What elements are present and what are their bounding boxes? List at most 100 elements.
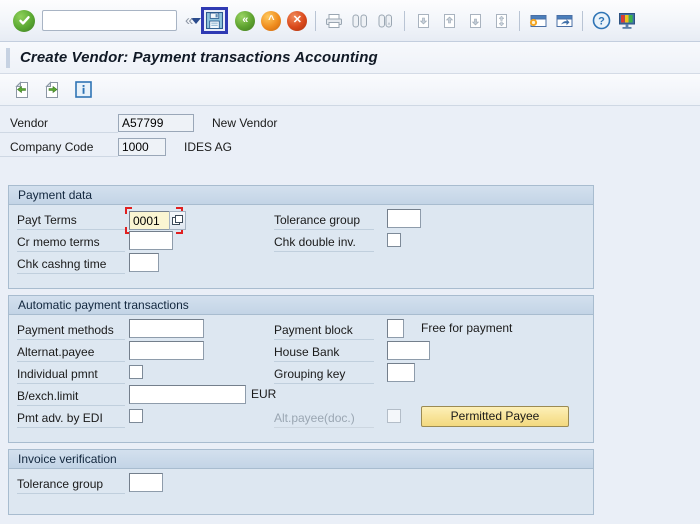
chk-cashng-time-label: Chk cashng time bbox=[17, 255, 125, 274]
vendor-label: Vendor bbox=[0, 114, 118, 133]
invoice-tolerance-group-label: Tolerance group bbox=[17, 475, 125, 494]
toolbar-separator bbox=[519, 10, 521, 31]
chk-cashng-time-input[interactable] bbox=[129, 253, 159, 272]
payt-terms-label: Payt Terms bbox=[17, 211, 125, 230]
screen-title-bar: Create Vendor: Payment transactions Acco… bbox=[0, 42, 700, 74]
back-icon: « bbox=[235, 10, 256, 31]
create-session-button[interactable] bbox=[526, 9, 550, 33]
payment-data-panel: Payment data Payt Terms Cr memo terms Ch… bbox=[8, 185, 594, 289]
individual-pmnt-label: Individual pmnt bbox=[17, 365, 125, 384]
find-next-button[interactable] bbox=[374, 9, 398, 33]
bexch-limit-label: B/exch.limit bbox=[17, 387, 125, 406]
command-input[interactable] bbox=[43, 11, 191, 30]
customize-layout-button[interactable] bbox=[615, 9, 639, 33]
toolbar-separator bbox=[404, 10, 406, 31]
page-title: Create Vendor: Payment transactions Acco… bbox=[20, 49, 378, 66]
toolbar-separator bbox=[315, 10, 317, 31]
tolerance-group-input[interactable] bbox=[387, 209, 421, 228]
application-toolbar bbox=[0, 74, 700, 106]
invoice-verification-title: Invoice verification bbox=[9, 450, 593, 469]
cr-memo-terms-label: Cr memo terms bbox=[17, 233, 125, 252]
previous-screen-icon bbox=[14, 80, 28, 98]
payment-block-input[interactable] bbox=[387, 319, 404, 338]
print-icon bbox=[326, 13, 343, 28]
svg-text:?: ? bbox=[598, 16, 605, 28]
exit-button[interactable]: ^ bbox=[259, 9, 283, 33]
invoice-verification-body: Tolerance group bbox=[9, 469, 593, 514]
next-page-button[interactable] bbox=[463, 9, 487, 33]
invoice-tolerance-group-input[interactable] bbox=[129, 473, 163, 492]
search-help-icon bbox=[172, 215, 183, 225]
vendor-row: Vendor New Vendor bbox=[0, 112, 700, 134]
cancel-button[interactable]: ✕ bbox=[285, 9, 309, 33]
alt-payee-doc-label: Alt.payee(doc.) bbox=[274, 409, 374, 428]
next-screen-icon bbox=[44, 80, 58, 98]
bexch-limit-input[interactable] bbox=[129, 385, 246, 404]
pmt-adv-edi-checkbox[interactable] bbox=[129, 409, 143, 423]
payment-block-description: Free for payment bbox=[421, 321, 513, 335]
collapse-chevron-icon[interactable]: « bbox=[185, 13, 193, 28]
previous-screen-button[interactable] bbox=[10, 78, 36, 102]
payt-terms-search-help-button[interactable] bbox=[169, 211, 186, 230]
company-code-input[interactable] bbox=[118, 138, 166, 156]
company-code-row: Company Code IDES AG bbox=[0, 136, 700, 158]
previous-page-icon bbox=[443, 13, 455, 28]
enter-check-icon[interactable] bbox=[13, 9, 35, 32]
payt-terms-input[interactable] bbox=[129, 211, 173, 230]
house-bank-input[interactable] bbox=[387, 341, 430, 360]
exit-icon: ^ bbox=[261, 10, 282, 31]
automatic-payment-title: Automatic payment transactions bbox=[9, 296, 593, 315]
customize-layout-icon bbox=[619, 12, 636, 29]
find-next-icon bbox=[378, 14, 393, 27]
individual-pmnt-checkbox[interactable] bbox=[129, 365, 143, 379]
cr-memo-terms-input[interactable] bbox=[129, 231, 173, 250]
save-button[interactable] bbox=[201, 7, 229, 34]
back-button[interactable]: « bbox=[233, 9, 257, 33]
payment-block-label: Payment block bbox=[274, 321, 374, 340]
chk-double-inv-checkbox[interactable] bbox=[387, 233, 401, 247]
command-field[interactable] bbox=[42, 10, 201, 31]
currency-label: EUR bbox=[251, 387, 277, 401]
vendor-header: Vendor New Vendor Company Code IDES AG bbox=[0, 112, 700, 160]
payment-methods-label: Payment methods bbox=[17, 321, 125, 340]
help-icon: ? bbox=[592, 11, 611, 30]
chk-double-inv-label: Chk double inv. bbox=[274, 233, 374, 252]
pmt-adv-edi-label: Pmt adv. by EDI bbox=[17, 409, 125, 428]
title-accent bbox=[6, 47, 10, 68]
permitted-payee-button[interactable]: Permitted Payee bbox=[421, 406, 569, 427]
automatic-payment-body: Payment methods Alternat.payee Individua… bbox=[9, 315, 593, 442]
help-button[interactable]: ? bbox=[589, 9, 613, 33]
cancel-icon: ✕ bbox=[287, 10, 308, 31]
print-button[interactable] bbox=[322, 9, 346, 33]
info-button[interactable] bbox=[70, 78, 96, 102]
previous-page-button[interactable] bbox=[437, 9, 461, 33]
find-icon bbox=[352, 14, 368, 27]
vendor-input[interactable] bbox=[118, 114, 194, 132]
first-page-button[interactable] bbox=[411, 9, 435, 33]
last-page-icon bbox=[495, 13, 507, 28]
vendor-description: New Vendor bbox=[212, 116, 278, 130]
next-screen-button[interactable] bbox=[40, 78, 66, 102]
tolerance-group-label: Tolerance group bbox=[274, 211, 374, 230]
create-shortcut-icon bbox=[556, 14, 573, 27]
company-description: IDES AG bbox=[184, 140, 233, 154]
toolbar-separator bbox=[582, 10, 584, 31]
company-code-label: Company Code bbox=[0, 138, 118, 157]
house-bank-label: House Bank bbox=[274, 343, 374, 362]
alternat-payee-label: Alternat.payee bbox=[17, 343, 125, 362]
create-shortcut-button[interactable] bbox=[552, 9, 576, 33]
sap-gui-window: « « ^ ✕ ? Create Vendor: Payment transac… bbox=[0, 0, 700, 524]
info-icon bbox=[74, 81, 92, 98]
find-button[interactable] bbox=[348, 9, 372, 33]
last-page-button[interactable] bbox=[489, 9, 513, 33]
main-toolbar: « « ^ ✕ ? bbox=[0, 0, 700, 42]
first-page-icon bbox=[417, 13, 429, 28]
grouping-key-label: Grouping key bbox=[274, 365, 374, 384]
create-session-icon bbox=[530, 14, 547, 27]
alternat-payee-input[interactable] bbox=[129, 341, 204, 360]
payment-methods-input[interactable] bbox=[129, 319, 204, 338]
automatic-payment-panel: Automatic payment transactions Payment m… bbox=[8, 295, 594, 443]
grouping-key-input[interactable] bbox=[387, 363, 415, 382]
payment-data-title: Payment data bbox=[9, 186, 593, 205]
next-page-icon bbox=[469, 13, 481, 28]
